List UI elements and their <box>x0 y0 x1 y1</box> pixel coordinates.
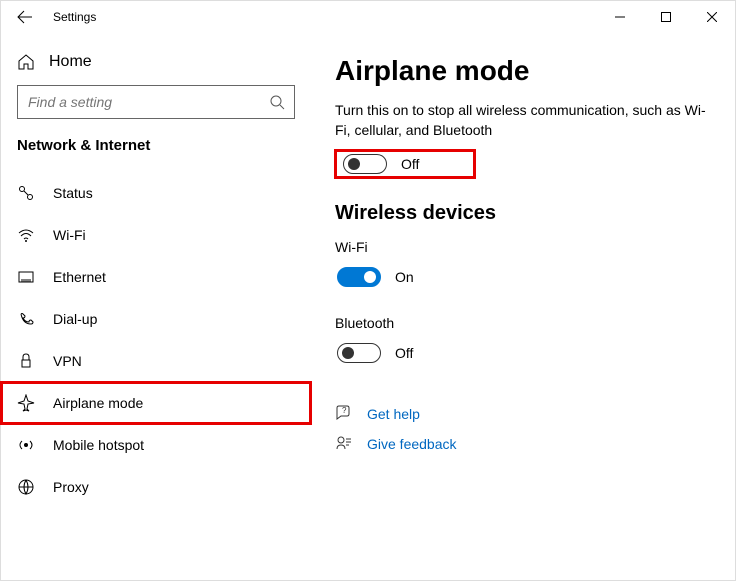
arrow-left-icon <box>17 9 33 25</box>
home-icon <box>17 53 35 71</box>
sidebar-item-wifi[interactable]: Wi-Fi <box>1 214 311 256</box>
airplane-icon <box>17 394 35 412</box>
get-help-link[interactable]: Get help <box>367 406 420 422</box>
search-input[interactable] <box>17 85 295 119</box>
sidebar-item-status[interactable]: Status <box>1 172 311 214</box>
wifi-label: Wi-Fi <box>335 239 711 255</box>
airplane-mode-description: Turn this on to stop all wireless commun… <box>335 101 711 140</box>
titlebar: Settings <box>1 1 735 33</box>
proxy-icon <box>17 478 35 496</box>
main-content: Airplane mode Turn this on to stop all w… <box>311 33 735 580</box>
sidebar-item-dialup[interactable]: Dial-up <box>1 298 311 340</box>
wifi-icon <box>17 226 35 244</box>
help-icon: ? <box>335 405 353 423</box>
back-button[interactable] <box>1 1 49 33</box>
window-title: Settings <box>53 10 96 24</box>
home-button[interactable]: Home <box>1 45 311 79</box>
vpn-icon <box>17 352 35 370</box>
sidebar-item-label: Wi-Fi <box>53 227 86 243</box>
sidebar-item-airplane-mode[interactable]: Airplane mode <box>1 382 311 424</box>
close-button[interactable] <box>689 1 735 33</box>
maximize-icon <box>661 12 671 22</box>
ethernet-icon <box>17 268 35 286</box>
sidebar-item-label: Proxy <box>53 479 89 495</box>
sidebar-item-label: Mobile hotspot <box>53 437 144 453</box>
sidebar-item-ethernet[interactable]: Ethernet <box>1 256 311 298</box>
wifi-toggle-row: On <box>335 263 475 291</box>
maximize-button[interactable] <box>643 1 689 33</box>
bluetooth-toggle-row: Off <box>335 339 475 367</box>
sidebar-item-label: Ethernet <box>53 269 106 285</box>
give-feedback-row: Give feedback <box>335 435 711 453</box>
airplane-mode-state: Off <box>401 156 419 172</box>
svg-text:?: ? <box>342 406 347 415</box>
sidebar-item-label: Status <box>53 185 93 201</box>
section-title: Network & Internet <box>1 137 311 154</box>
airplane-mode-toggle[interactable] <box>343 154 387 174</box>
wifi-state: On <box>395 269 414 285</box>
window-controls <box>597 1 735 33</box>
minimize-icon <box>615 12 625 22</box>
page-title: Airplane mode <box>335 55 711 87</box>
search-container <box>17 85 295 119</box>
search-icon <box>269 94 285 110</box>
dialup-icon <box>17 310 35 328</box>
give-feedback-link[interactable]: Give feedback <box>367 436 457 452</box>
nav-list: Status Wi-Fi Ethernet Dial-up VPN Airpla… <box>1 172 311 508</box>
airplane-mode-toggle-row: Off <box>335 150 475 178</box>
wireless-devices-heading: Wireless devices <box>335 202 711 225</box>
minimize-button[interactable] <box>597 1 643 33</box>
feedback-icon <box>335 435 353 453</box>
sidebar-item-proxy[interactable]: Proxy <box>1 466 311 508</box>
home-label: Home <box>49 53 92 71</box>
sidebar-item-label: Dial-up <box>53 311 97 327</box>
hotspot-icon <box>17 436 35 454</box>
close-icon <box>707 12 717 22</box>
sidebar-item-vpn[interactable]: VPN <box>1 340 311 382</box>
bluetooth-state: Off <box>395 345 413 361</box>
sidebar-item-label: Airplane mode <box>53 395 143 411</box>
sidebar: Home Network & Internet Status Wi-Fi Eth… <box>1 33 311 580</box>
bluetooth-label: Bluetooth <box>335 315 711 331</box>
sidebar-item-label: VPN <box>53 353 82 369</box>
wifi-toggle[interactable] <box>337 267 381 287</box>
sidebar-item-mobile-hotspot[interactable]: Mobile hotspot <box>1 424 311 466</box>
status-icon <box>17 184 35 202</box>
bluetooth-toggle[interactable] <box>337 343 381 363</box>
get-help-row: ? Get help <box>335 405 711 423</box>
